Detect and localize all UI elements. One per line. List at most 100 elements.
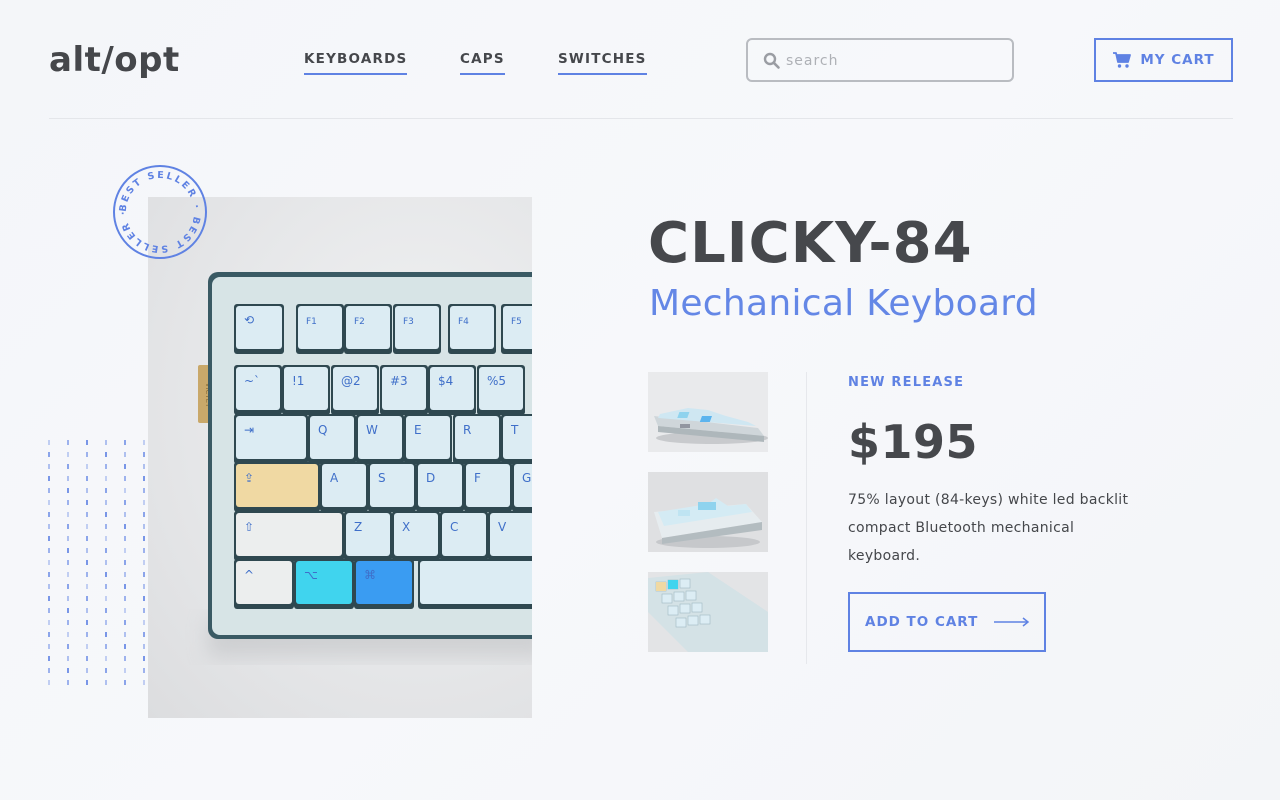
pattern-dot bbox=[86, 632, 88, 637]
pattern-dot bbox=[86, 548, 88, 553]
key-command: ⌘ bbox=[354, 559, 414, 609]
pattern-dot bbox=[124, 572, 126, 577]
pattern-dot bbox=[105, 500, 107, 505]
search-input[interactable] bbox=[786, 50, 996, 72]
pattern-dot bbox=[105, 524, 107, 529]
pattern-dot bbox=[86, 560, 88, 565]
pattern-dot bbox=[105, 476, 107, 481]
key-letter: A bbox=[320, 462, 368, 512]
key-caps-lock: ⇪ bbox=[234, 462, 320, 512]
pattern-dot bbox=[48, 524, 50, 529]
pattern-dot bbox=[143, 596, 145, 601]
pattern-dot bbox=[143, 464, 145, 469]
key-letter: D bbox=[416, 462, 464, 512]
pattern-dot bbox=[67, 596, 69, 601]
key-number: $4 bbox=[428, 365, 476, 415]
pattern-dot bbox=[124, 584, 126, 589]
header-divider bbox=[49, 118, 1233, 119]
key-letter: Z bbox=[344, 511, 392, 561]
pattern-dot bbox=[86, 512, 88, 517]
pattern-dot bbox=[48, 608, 50, 613]
pattern-dot bbox=[86, 536, 88, 541]
my-cart-button[interactable]: MY CART bbox=[1094, 38, 1233, 82]
pattern-dot bbox=[143, 608, 145, 613]
key-fn: F4 bbox=[448, 304, 496, 354]
pattern-dot bbox=[67, 536, 69, 541]
best-seller-badge: BEST SELLER · BEST SELLER · bbox=[113, 165, 207, 259]
key-number: %5 bbox=[477, 365, 525, 415]
pattern-dot bbox=[67, 476, 69, 481]
pattern-dot bbox=[124, 476, 126, 481]
key-letter: E bbox=[404, 414, 452, 464]
pattern-dot bbox=[143, 668, 145, 673]
pattern-dot bbox=[67, 440, 69, 445]
product-title: CLICKY-84 bbox=[648, 211, 973, 276]
pattern-dot bbox=[105, 596, 107, 601]
pattern-dot bbox=[124, 500, 126, 505]
key-letter: Q bbox=[308, 414, 356, 464]
brand-logo[interactable]: alt/opt bbox=[49, 40, 180, 80]
pattern-dot bbox=[67, 620, 69, 625]
pattern-dot bbox=[86, 572, 88, 577]
pattern-dot bbox=[48, 560, 50, 565]
pattern-dot bbox=[48, 488, 50, 493]
release-tag: NEW RELEASE bbox=[848, 375, 965, 390]
key-number: ~` bbox=[234, 365, 282, 415]
pattern-dot bbox=[124, 656, 126, 661]
pattern-dot bbox=[86, 524, 88, 529]
pattern-dot bbox=[86, 680, 88, 685]
info-divider bbox=[806, 372, 807, 664]
pattern-dot bbox=[105, 584, 107, 589]
pattern-dot bbox=[105, 488, 107, 493]
pattern-dot bbox=[143, 656, 145, 661]
thumbnail-side-view[interactable] bbox=[648, 372, 768, 452]
pattern-dot bbox=[143, 500, 145, 505]
pattern-dot bbox=[105, 608, 107, 613]
pattern-dot bbox=[86, 656, 88, 661]
key-legend: ^ bbox=[244, 568, 254, 582]
pattern-dot bbox=[86, 476, 88, 481]
nav-switches[interactable]: SWITCHES bbox=[558, 51, 647, 75]
key-space bbox=[418, 559, 532, 609]
pattern-dot bbox=[124, 680, 126, 685]
pattern-dot bbox=[48, 644, 50, 649]
search-box[interactable] bbox=[746, 38, 1014, 82]
key-esc: ⟲ bbox=[234, 304, 284, 354]
key-letter: T bbox=[501, 414, 532, 464]
pattern-dot bbox=[124, 596, 126, 601]
pattern-dot bbox=[143, 536, 145, 541]
cart-icon bbox=[1113, 52, 1132, 68]
nav-caps[interactable]: CAPS bbox=[460, 51, 505, 75]
key-fn: F2 bbox=[344, 304, 392, 354]
pattern-dot bbox=[124, 620, 126, 625]
pattern-dot bbox=[105, 440, 107, 445]
pattern-dot bbox=[86, 452, 88, 457]
thumbnail-top-view[interactable] bbox=[648, 572, 768, 652]
pattern-dot bbox=[124, 632, 126, 637]
key-legend: R bbox=[463, 423, 471, 437]
key-legend: Z bbox=[354, 520, 362, 534]
pattern-dot bbox=[86, 584, 88, 589]
thumbnail-angled-view[interactable] bbox=[648, 472, 768, 552]
pattern-dot bbox=[124, 668, 126, 673]
pattern-dot bbox=[48, 620, 50, 625]
pattern-dot bbox=[48, 500, 50, 505]
site-header: alt/opt KEYBOARDS CAPS SWITCHES MY CART bbox=[0, 0, 1280, 120]
key-letter: F bbox=[464, 462, 512, 512]
key-legend: F bbox=[474, 471, 481, 485]
pattern-dot bbox=[124, 644, 126, 649]
pattern-dot bbox=[67, 488, 69, 493]
add-to-cart-label: ADD TO CART bbox=[865, 614, 979, 630]
key-letter: W bbox=[356, 414, 404, 464]
pattern-dot bbox=[67, 452, 69, 457]
pattern-dot bbox=[86, 500, 88, 505]
add-to-cart-button[interactable]: ADD TO CART bbox=[848, 592, 1046, 652]
pattern-dot bbox=[105, 644, 107, 649]
nav-keyboards[interactable]: KEYBOARDS bbox=[304, 51, 408, 75]
pattern-dot bbox=[67, 560, 69, 565]
key-legend: F1 bbox=[306, 317, 317, 327]
key-legend: %5 bbox=[487, 374, 506, 388]
key-letter: C bbox=[440, 511, 488, 561]
key-legend: V bbox=[498, 520, 507, 534]
key-control: ^ bbox=[234, 559, 294, 609]
